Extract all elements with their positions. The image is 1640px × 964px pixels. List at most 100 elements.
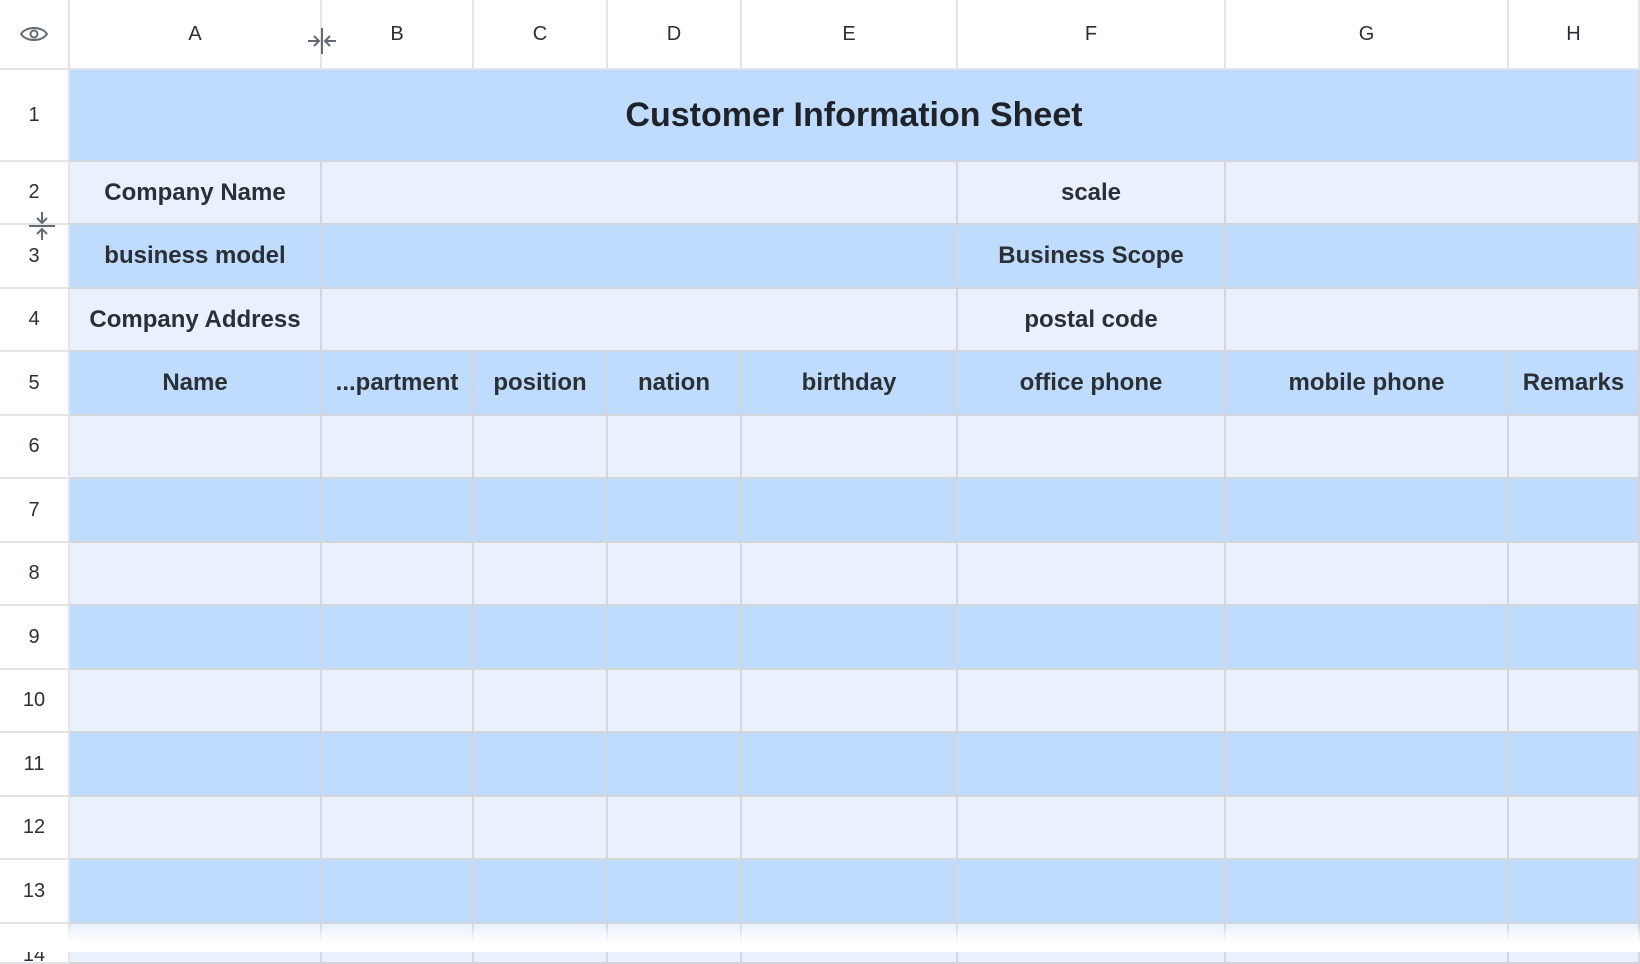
cell-b14[interactable] — [322, 924, 474, 964]
cell-g11[interactable] — [1226, 733, 1509, 797]
business-model-label-cell[interactable]: business model — [70, 225, 322, 289]
business-model-value-cell[interactable] — [322, 225, 958, 289]
cell-e12[interactable] — [742, 797, 958, 860]
cell-h14[interactable] — [1509, 924, 1640, 964]
column-header-b[interactable]: B — [322, 0, 474, 70]
cell-h6[interactable] — [1509, 416, 1640, 479]
cell-h13[interactable] — [1509, 860, 1640, 924]
table-header-position[interactable]: position — [474, 352, 608, 416]
row-header-7[interactable]: 7 — [0, 479, 70, 543]
row-header-14[interactable]: 14 — [0, 924, 70, 964]
cell-b8[interactable] — [322, 543, 474, 606]
cell-g6[interactable] — [1226, 416, 1509, 479]
row-header-13[interactable]: 13 — [0, 860, 70, 924]
cell-a11[interactable] — [70, 733, 322, 797]
cell-b9[interactable] — [322, 606, 474, 670]
row-resize-icon[interactable] — [27, 210, 57, 242]
company-name-label-cell[interactable]: Company Name — [70, 162, 322, 225]
cell-a10[interactable] — [70, 670, 322, 733]
cell-d8[interactable] — [608, 543, 742, 606]
table-header-nation[interactable]: nation — [608, 352, 742, 416]
cell-a14[interactable] — [70, 924, 322, 964]
cell-e10[interactable] — [742, 670, 958, 733]
cell-b6[interactable] — [322, 416, 474, 479]
table-header-department[interactable]: ...partment — [322, 352, 474, 416]
cell-f13[interactable] — [958, 860, 1226, 924]
cell-e7[interactable] — [742, 479, 958, 543]
business-scope-value-cell[interactable] — [1226, 225, 1640, 289]
company-address-value-cell[interactable] — [322, 289, 958, 352]
cell-g8[interactable] — [1226, 543, 1509, 606]
row-header-12[interactable]: 12 — [0, 797, 70, 860]
cell-b7[interactable] — [322, 479, 474, 543]
cell-a8[interactable] — [70, 543, 322, 606]
business-scope-label-cell[interactable]: Business Scope — [958, 225, 1226, 289]
cell-e13[interactable] — [742, 860, 958, 924]
cell-b10[interactable] — [322, 670, 474, 733]
cell-b13[interactable] — [322, 860, 474, 924]
cell-d10[interactable] — [608, 670, 742, 733]
cell-c11[interactable] — [474, 733, 608, 797]
column-header-e[interactable]: E — [742, 0, 958, 70]
cell-h7[interactable] — [1509, 479, 1640, 543]
cell-c9[interactable] — [474, 606, 608, 670]
scale-value-cell[interactable] — [1226, 162, 1640, 225]
postal-code-label-cell[interactable]: postal code — [958, 289, 1226, 352]
cell-f7[interactable] — [958, 479, 1226, 543]
column-header-g[interactable]: G — [1226, 0, 1509, 70]
cell-h12[interactable] — [1509, 797, 1640, 860]
cell-f8[interactable] — [958, 543, 1226, 606]
cell-c10[interactable] — [474, 670, 608, 733]
cell-g7[interactable] — [1226, 479, 1509, 543]
row-header-11[interactable]: 11 — [0, 733, 70, 797]
cell-a6[interactable] — [70, 416, 322, 479]
table-header-office-phone[interactable]: office phone — [958, 352, 1226, 416]
column-header-d[interactable]: D — [608, 0, 742, 70]
cell-h11[interactable] — [1509, 733, 1640, 797]
row-header-1[interactable]: 1 — [0, 70, 70, 162]
cell-d6[interactable] — [608, 416, 742, 479]
cell-h8[interactable] — [1509, 543, 1640, 606]
table-header-mobile-phone[interactable]: mobile phone — [1226, 352, 1509, 416]
cell-f9[interactable] — [958, 606, 1226, 670]
company-address-label-cell[interactable]: Company Address — [70, 289, 322, 352]
cell-c7[interactable] — [474, 479, 608, 543]
table-header-birthday[interactable]: birthday — [742, 352, 958, 416]
cell-a13[interactable] — [70, 860, 322, 924]
row-header-9[interactable]: 9 — [0, 606, 70, 670]
column-header-f[interactable]: F — [958, 0, 1226, 70]
column-header-a[interactable]: A — [70, 0, 322, 70]
cell-e9[interactable] — [742, 606, 958, 670]
cell-g10[interactable] — [1226, 670, 1509, 733]
cell-c6[interactable] — [474, 416, 608, 479]
column-resize-icon[interactable] — [306, 26, 338, 56]
cell-g9[interactable] — [1226, 606, 1509, 670]
cell-a9[interactable] — [70, 606, 322, 670]
cell-g14[interactable] — [1226, 924, 1509, 964]
cell-h9[interactable] — [1509, 606, 1640, 670]
postal-code-value-cell[interactable] — [1226, 289, 1640, 352]
cell-f11[interactable] — [958, 733, 1226, 797]
sheet-title-cell[interactable]: Customer Information Sheet — [70, 70, 1640, 162]
cell-c8[interactable] — [474, 543, 608, 606]
cell-f14[interactable] — [958, 924, 1226, 964]
cell-f12[interactable] — [958, 797, 1226, 860]
row-header-5[interactable]: 5 — [0, 352, 70, 416]
select-all-corner[interactable] — [0, 0, 70, 70]
cell-c14[interactable] — [474, 924, 608, 964]
scale-label-cell[interactable]: scale — [958, 162, 1226, 225]
cell-e11[interactable] — [742, 733, 958, 797]
cell-b12[interactable] — [322, 797, 474, 860]
cell-a7[interactable] — [70, 479, 322, 543]
eye-icon[interactable] — [19, 24, 49, 44]
cell-c13[interactable] — [474, 860, 608, 924]
cell-e8[interactable] — [742, 543, 958, 606]
cell-g13[interactable] — [1226, 860, 1509, 924]
row-header-6[interactable]: 6 — [0, 416, 70, 479]
cell-d11[interactable] — [608, 733, 742, 797]
cell-d7[interactable] — [608, 479, 742, 543]
cell-d9[interactable] — [608, 606, 742, 670]
cell-d12[interactable] — [608, 797, 742, 860]
cell-a12[interactable] — [70, 797, 322, 860]
company-name-value-cell[interactable] — [322, 162, 958, 225]
